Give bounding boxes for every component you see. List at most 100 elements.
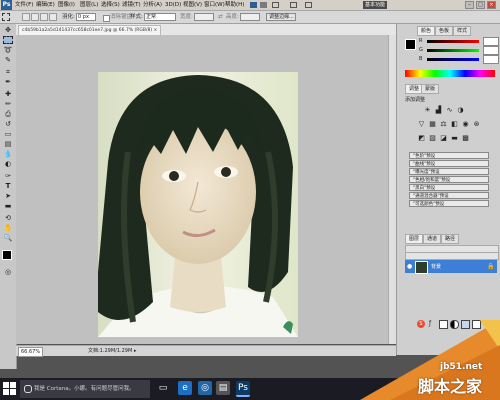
- cortana-icon[interactable]: [24, 385, 32, 393]
- antialias-checkbox[interactable]: [103, 15, 110, 22]
- menu-filter[interactable]: 滤镜(T): [122, 0, 141, 10]
- refine-edge-button[interactable]: 调整边缘...: [266, 13, 296, 21]
- tab-layers[interactable]: 图层: [405, 234, 424, 244]
- tab-channels[interactable]: 通道: [423, 234, 442, 244]
- explorer-icon[interactable]: ▤: [216, 381, 230, 395]
- curves-icon[interactable]: ∿: [445, 106, 454, 115]
- style-select[interactable]: 正常: [144, 13, 176, 21]
- preset-levels[interactable]: "色阶"预设: [409, 152, 489, 159]
- task-view-icon[interactable]: ▭: [156, 381, 170, 395]
- zoom-field[interactable]: 66.67%: [18, 347, 44, 357]
- zoom-level-icon[interactable]: [272, 2, 279, 8]
- menu-layer[interactable]: 图层(L): [80, 0, 98, 10]
- menu-analysis[interactable]: 分析(A): [143, 0, 162, 10]
- exposure-icon[interactable]: ◑: [456, 106, 465, 115]
- quick-mask-icon[interactable]: ◎: [3, 268, 13, 276]
- selective-color-icon[interactable]: ▩: [461, 134, 470, 143]
- channel-mixer-icon[interactable]: ⊛: [472, 120, 481, 129]
- red-value-field[interactable]: [483, 37, 499, 46]
- red-slider[interactable]: [427, 40, 479, 43]
- menu-file[interactable]: 文件(F): [15, 0, 33, 10]
- width-input[interactable]: [194, 13, 214, 21]
- add-selection-icon[interactable]: [31, 13, 39, 21]
- lock-row[interactable]: [405, 252, 499, 260]
- blue-slider[interactable]: [427, 58, 479, 61]
- menu-image[interactable]: 图像(I): [58, 0, 75, 10]
- browser-icon[interactable]: ◎: [198, 381, 212, 395]
- swap-icon[interactable]: ⇄: [218, 13, 223, 21]
- green-value-field[interactable]: [483, 46, 499, 55]
- vibrance-icon[interactable]: ▽: [417, 120, 426, 129]
- layer-name[interactable]: 背景: [431, 263, 441, 270]
- preset-hue-saturation[interactable]: "色相/饱和度"预设: [409, 176, 489, 183]
- workspace-switcher[interactable]: 基本功能: [363, 1, 387, 9]
- lasso-tool-icon[interactable]: ➰: [3, 46, 13, 54]
- new-selection-icon[interactable]: [22, 13, 30, 21]
- eye-icon[interactable]: ●: [407, 263, 412, 270]
- history-brush-icon[interactable]: ↺: [3, 120, 13, 128]
- move-tool-icon[interactable]: ✥: [3, 26, 13, 34]
- path-select-icon[interactable]: ➤: [3, 192, 13, 200]
- minimize-button[interactable]: –: [465, 1, 474, 9]
- levels-icon[interactable]: ▟: [434, 106, 443, 115]
- posterize-icon[interactable]: ▧: [428, 134, 437, 143]
- foreground-color-swatch[interactable]: [2, 250, 12, 260]
- cortana-search-box[interactable]: 我是 Cortana。小娜。有问题尽管问我。: [20, 380, 150, 398]
- preset-exposure[interactable]: "曝光度"预设: [409, 168, 489, 175]
- hand-tool-icon[interactable]: ✋: [3, 224, 13, 232]
- blur-tool-icon[interactable]: 💧: [3, 150, 13, 158]
- status-arrow-icon[interactable]: ▸: [134, 348, 137, 354]
- height-input[interactable]: [240, 13, 260, 21]
- gradient-tool-icon[interactable]: ▤: [3, 140, 13, 148]
- crop-tool-icon[interactable]: ⌗: [3, 68, 13, 76]
- menu-help[interactable]: 帮助(H): [225, 0, 244, 10]
- clone-stamp-icon[interactable]: ⎙: [3, 110, 13, 118]
- eraser-icon[interactable]: ▭: [3, 130, 13, 138]
- menu-3d[interactable]: 3D(D): [165, 0, 181, 10]
- color-spectrum-bar[interactable]: [405, 70, 495, 77]
- preset-curves[interactable]: "曲线"预设: [409, 160, 489, 167]
- pen-tool-icon[interactable]: ✑: [3, 172, 13, 180]
- menu-edit[interactable]: 编辑(E): [36, 0, 55, 10]
- preset-selective-color[interactable]: "可选颜色"预设: [409, 200, 489, 207]
- dodge-tool-icon[interactable]: ◐: [3, 160, 13, 168]
- threshold-icon[interactable]: ◪: [439, 134, 448, 143]
- close-button[interactable]: ×: [487, 1, 496, 9]
- tab-swatches[interactable]: 色板: [435, 26, 454, 36]
- tab-paths[interactable]: 路径: [441, 234, 460, 244]
- intersect-selection-icon[interactable]: [49, 13, 57, 21]
- type-tool-icon[interactable]: T: [3, 182, 13, 190]
- brightness-contrast-icon[interactable]: ☀: [423, 106, 432, 115]
- edge-icon[interactable]: e: [178, 381, 192, 395]
- menu-view[interactable]: 视图(V): [183, 0, 202, 10]
- document-photo[interactable]: [98, 72, 298, 337]
- panel-foreground-swatch[interactable]: [405, 39, 416, 50]
- document-tab[interactable]: c4b59b1a2a5d141437cc658c01ee7.jpg @ 66.7…: [18, 25, 162, 35]
- preset-black-white[interactable]: "黑白"预设: [409, 184, 489, 191]
- photoshop-taskbar-icon[interactable]: Ps: [236, 381, 250, 397]
- tab-styles[interactable]: 样式: [453, 26, 472, 36]
- screen-mode-icon[interactable]: [305, 2, 312, 8]
- 3d-rotate-icon[interactable]: ⟲: [3, 214, 13, 222]
- black-white-icon[interactable]: ◧: [450, 120, 459, 129]
- tab-color[interactable]: 颜色: [417, 26, 436, 36]
- marquee-tool-icon[interactable]: [3, 36, 13, 44]
- feather-input[interactable]: 0 px: [76, 13, 96, 21]
- photo-filter-icon[interactable]: ◉: [461, 120, 470, 129]
- gradient-map-icon[interactable]: ▬: [450, 134, 459, 143]
- tab-masks[interactable]: 蒙版: [421, 84, 440, 94]
- quick-select-icon[interactable]: ✎: [3, 56, 13, 64]
- shape-tool-icon[interactable]: ▬: [3, 202, 13, 210]
- green-slider[interactable]: [427, 49, 479, 52]
- menu-window[interactable]: 窗口(W): [204, 0, 225, 10]
- brush-tool-icon[interactable]: ✏: [3, 100, 13, 108]
- zoom-tool-icon[interactable]: 🔍: [3, 234, 13, 242]
- healing-brush-icon[interactable]: ✚: [3, 90, 13, 98]
- marquee-tool-preset-icon[interactable]: [2, 13, 10, 21]
- windows-start-icon[interactable]: [3, 382, 16, 395]
- maximize-button[interactable]: □: [476, 1, 485, 9]
- subtract-selection-icon[interactable]: [40, 13, 48, 21]
- minibridge-icon[interactable]: [260, 2, 267, 8]
- eyedropper-icon[interactable]: ✒: [3, 78, 13, 86]
- invert-icon[interactable]: ◩: [417, 134, 426, 143]
